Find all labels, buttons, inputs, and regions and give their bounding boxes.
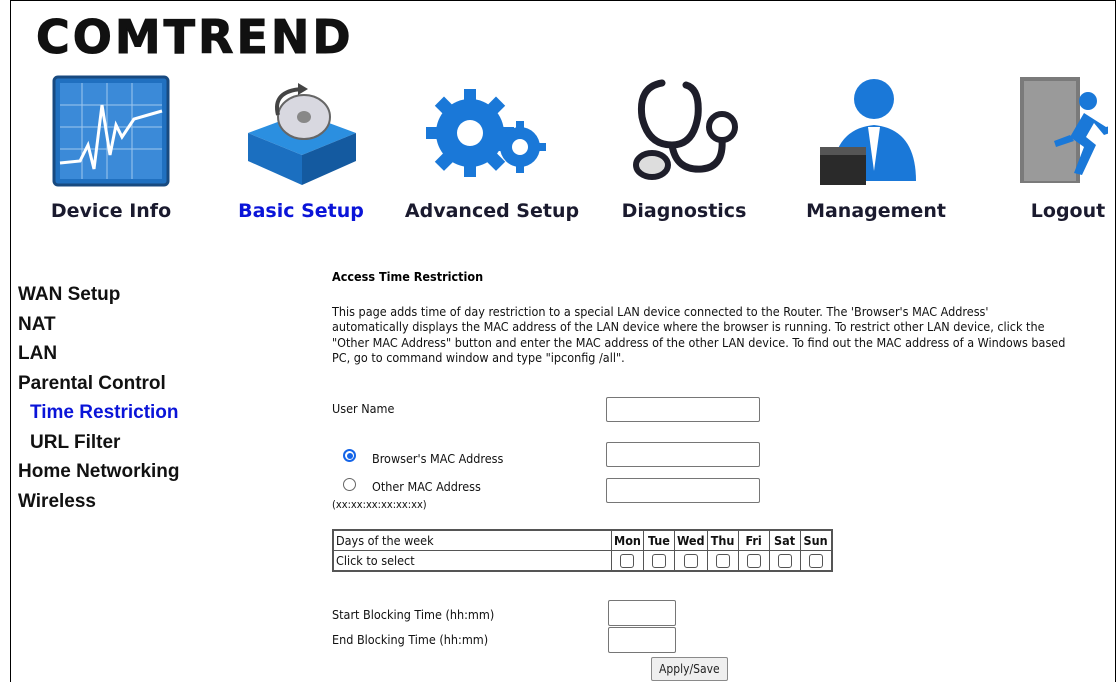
admin-user-icon [820,79,916,185]
day-header-thu: Thu [706,529,739,551]
day-checkbox-thu[interactable] [715,554,730,569]
sidebar-item-time-restriction[interactable]: Time Restriction [18,398,258,428]
sidebar-item-wireless[interactable]: Wireless [18,487,258,517]
sidebar-item-url-filter[interactable]: URL Filter [18,428,258,458]
other-mac-input[interactable] [606,478,760,503]
start-time-input[interactable] [608,600,676,626]
day-cell-sun [799,550,833,572]
day-checkbox-wed[interactable] [683,554,698,569]
comtrend-logo: COMTREND [36,10,354,65]
day-checkbox-fri[interactable] [746,554,761,569]
stethoscope-icon [633,79,738,180]
day-checkbox-tue[interactable] [651,554,666,569]
day-cell-sat [768,550,801,572]
day-header-fri: Fri [737,529,770,551]
day-cell-tue [642,550,675,572]
days-header-label: Days of the week [332,529,612,551]
day-checkbox-mon[interactable] [620,554,635,569]
days-row-label: Click to select [332,550,612,572]
browser-mac-radio[interactable] [343,449,356,462]
day-header-mon: Mon [611,529,644,551]
day-cell-fri [737,550,770,572]
nav-label: Basic Setup [238,200,364,222]
browser-mac-label: Browser's MAC Address [372,451,504,466]
day-header-sun: Sun [799,529,833,551]
apply-save-button[interactable]: Apply/Save [651,657,728,681]
exit-door-icon [1020,77,1108,183]
sidebar-item-wan-setup[interactable]: WAN Setup [18,280,258,310]
user-name-input[interactable] [606,397,760,422]
basic-setup-box-disc-icon [248,83,356,185]
day-cell-thu [706,550,739,572]
days-of-week-table: Days of the week Mon Tue Wed Thu Fri Sat… [332,529,833,572]
start-time-label: Start Blocking Time (hh:mm) [332,607,495,622]
page-title: Access Time Restriction [332,269,484,284]
sidebar-item-home-networking[interactable]: Home Networking [18,457,258,487]
gears-icon [426,89,546,177]
sidebar-item-lan[interactable]: LAN [18,339,258,369]
user-name-label: User Name [332,401,395,416]
day-header-sat: Sat [768,529,801,551]
nav-label: Advanced Setup [404,200,580,222]
mac-format-hint: (xx:xx:xx:xx:xx:xx) [332,498,427,511]
browser-mac-input[interactable] [606,442,760,467]
day-header-tue: Tue [642,529,675,551]
other-mac-radio[interactable] [343,478,356,491]
other-mac-label: Other MAC Address [372,479,481,494]
main-content: Access Time Restriction This page adds t… [259,256,1106,682]
nav-label: Device Info [50,200,172,222]
nav-label: Diagnostics [621,200,747,222]
sidebar-item-nat[interactable]: NAT [18,310,258,340]
sidebar-menu: WAN Setup NAT LAN Parental Control Time … [18,280,258,516]
day-checkbox-sun[interactable] [808,554,823,569]
day-cell-wed [673,550,708,572]
end-time-input[interactable] [608,627,676,653]
day-cell-mon [611,550,644,572]
nav-label: Logout [1030,200,1106,222]
day-header-wed: Wed [673,529,708,551]
nav-label: Management [806,200,946,222]
sidebar-item-parental-control[interactable]: Parental Control [18,369,258,399]
page-description: This page adds time of day restriction t… [332,304,1066,366]
day-checkbox-sat[interactable] [777,554,792,569]
device-info-chart-icon [52,75,170,187]
end-time-label: End Blocking Time (hh:mm) [332,632,489,647]
